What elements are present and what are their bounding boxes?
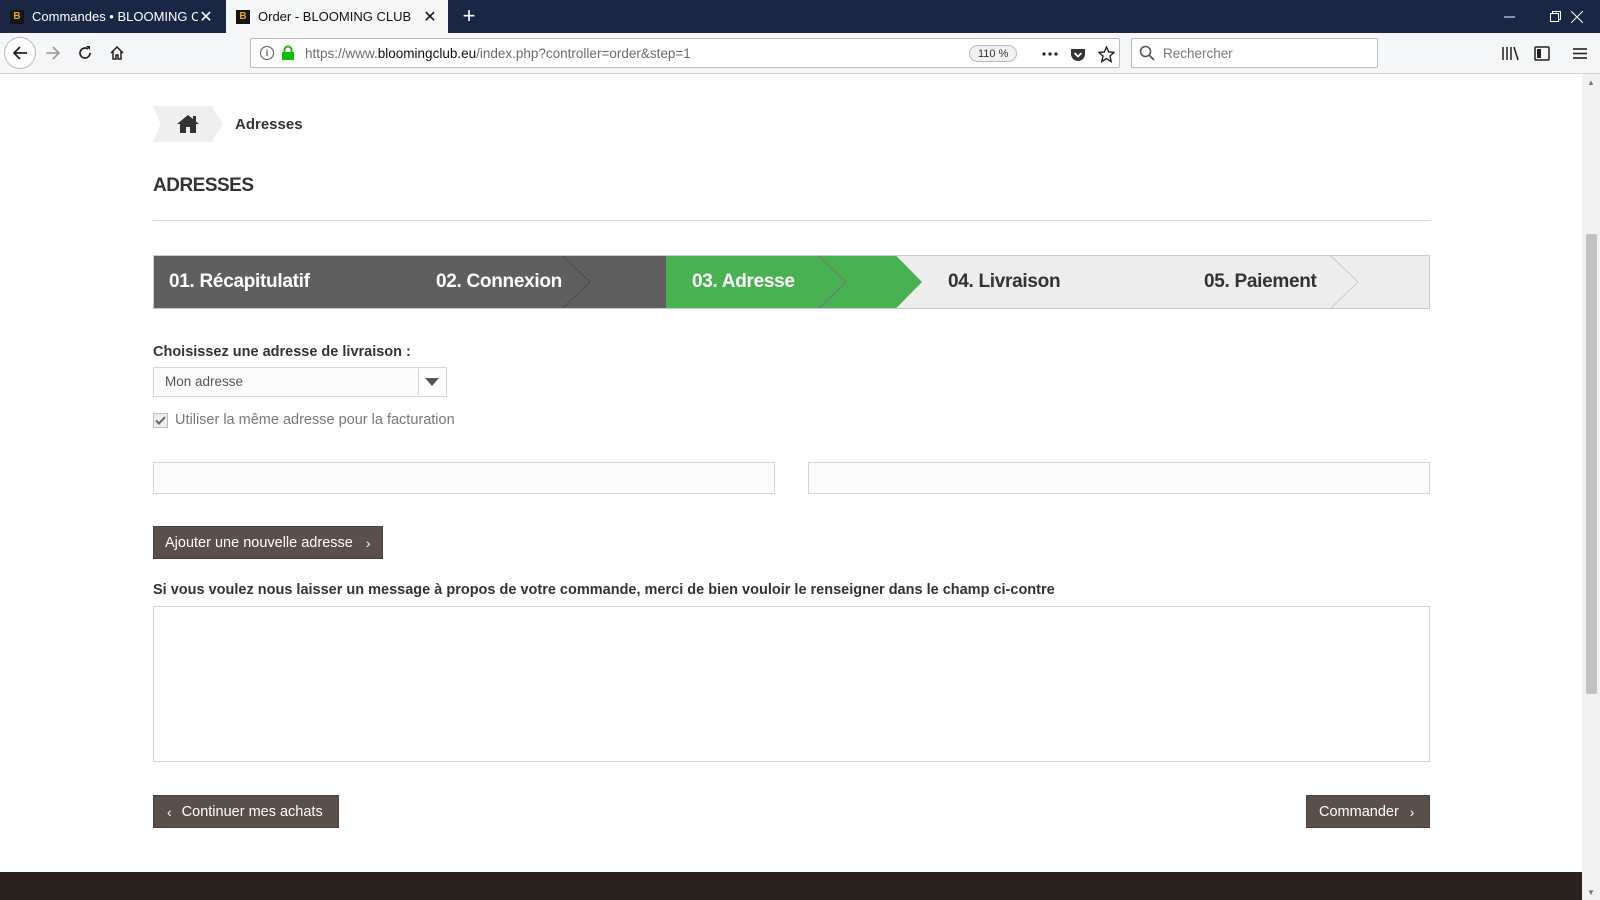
search-bar[interactable] <box>1131 38 1378 68</box>
heading-divider <box>153 220 1430 221</box>
delivery-address-select[interactable]: Mon adresse <box>153 367 447 397</box>
page-footer <box>0 872 1582 900</box>
same-billing-label: Utiliser la même adresse pour la factura… <box>175 412 455 428</box>
zoom-badge[interactable]: 110 % <box>969 45 1018 62</box>
order-button[interactable]: Commander › <box>1306 795 1430 828</box>
reload-button[interactable] <box>70 38 100 68</box>
more-icon[interactable] <box>1041 45 1059 63</box>
scroll-down-icon[interactable]: ▼ <box>1582 884 1600 900</box>
step-separators <box>562 256 1359 308</box>
tab-title: Commandes • BLOOMING CLUB <box>32 9 198 24</box>
same-billing-checkbox[interactable] <box>153 412 168 428</box>
url-bar[interactable]: i https://www.bloomingclub.eu/index.php?… <box>250 38 1120 68</box>
lock-icon <box>282 45 294 60</box>
chevron-left-icon: ‹ <box>167 803 172 820</box>
new-tab-button[interactable]: + <box>456 3 482 29</box>
delivery-address-label: Choisissez une adresse de livraison : <box>153 344 411 360</box>
checkmark-icon <box>155 415 166 425</box>
scroll-up-icon[interactable]: ▲ <box>1582 74 1600 90</box>
page-title: ADRESSES <box>153 175 254 196</box>
same-billing-row[interactable]: Utiliser la même adresse pour la factura… <box>153 412 455 428</box>
close-window-button[interactable] <box>1554 0 1600 33</box>
minimize-button[interactable] <box>1486 0 1532 33</box>
tab-commandes[interactable]: B Commandes • BLOOMING CLUB ✕ <box>0 0 224 33</box>
home-icon <box>110 45 124 60</box>
search-icon <box>1139 45 1155 61</box>
reload-icon <box>79 46 91 59</box>
scrollbar-thumb[interactable] <box>1586 234 1597 694</box>
billing-address-box <box>808 462 1430 494</box>
order-message-textarea[interactable] <box>153 606 1430 762</box>
url-text[interactable]: https://www.bloomingclub.eu/index.php?co… <box>305 46 691 61</box>
library-icon <box>1502 46 1519 61</box>
page-scrollbar[interactable]: ▲ ▼ <box>1582 74 1600 900</box>
sidebar-icon <box>1534 45 1550 61</box>
library-button[interactable] <box>1495 38 1525 68</box>
back-icon <box>12 46 27 60</box>
minimize-icon <box>1503 16 1515 18</box>
favicon-icon: B <box>10 9 24 24</box>
close-tab-icon[interactable]: ✕ <box>422 7 438 27</box>
forward-button[interactable] <box>38 38 68 68</box>
navigation-toolbar: i https://www.bloomingclub.eu/index.php?… <box>0 33 1600 74</box>
order-steps: 01. Récapitulatif 02. Connexion 03. Adre… <box>153 255 1430 309</box>
star-icon[interactable] <box>1097 45 1115 63</box>
back-button[interactable] <box>4 37 36 69</box>
continue-shopping-button[interactable]: ‹ Continuer mes achats <box>153 795 339 828</box>
pocket-icon[interactable] <box>1069 45 1087 63</box>
favicon-icon: B <box>236 9 250 24</box>
sidebar-button[interactable] <box>1527 38 1557 68</box>
breadcrumb-home-link[interactable] <box>153 106 223 142</box>
order-message-label: Si vous voulez nous laisser un message à… <box>153 582 1055 598</box>
home-icon <box>177 115 199 133</box>
select-value: Mon adresse <box>165 374 244 389</box>
page-viewport: Adresses ADRESSES 01. Récapitulatif 02. … <box>0 74 1582 900</box>
chevron-down-icon[interactable] <box>418 369 445 395</box>
menu-icon <box>1573 47 1587 59</box>
search-input[interactable] <box>1163 43 1363 63</box>
home-button[interactable] <box>102 38 132 68</box>
breadcrumb-current: Adresses <box>235 115 303 133</box>
tab-order[interactable]: B Order - BLOOMING CLUB ✕ <box>226 0 448 33</box>
close-icon <box>1571 10 1583 23</box>
add-address-button[interactable]: Ajouter une nouvelle adresse › <box>153 526 383 559</box>
delivery-address-box <box>153 462 775 494</box>
tab-bar: B Commandes • BLOOMING CLUB ✕ B Order - … <box>0 0 1600 33</box>
chevron-right-icon: › <box>365 534 371 551</box>
breadcrumb: Adresses <box>153 106 303 142</box>
chevron-right-icon: › <box>1409 803 1415 820</box>
info-icon[interactable]: i <box>260 46 274 60</box>
tab-title: Order - BLOOMING CLUB <box>258 9 412 24</box>
close-tab-icon[interactable]: ✕ <box>198 7 214 27</box>
menu-button[interactable] <box>1565 38 1595 68</box>
forward-icon <box>46 46 61 60</box>
